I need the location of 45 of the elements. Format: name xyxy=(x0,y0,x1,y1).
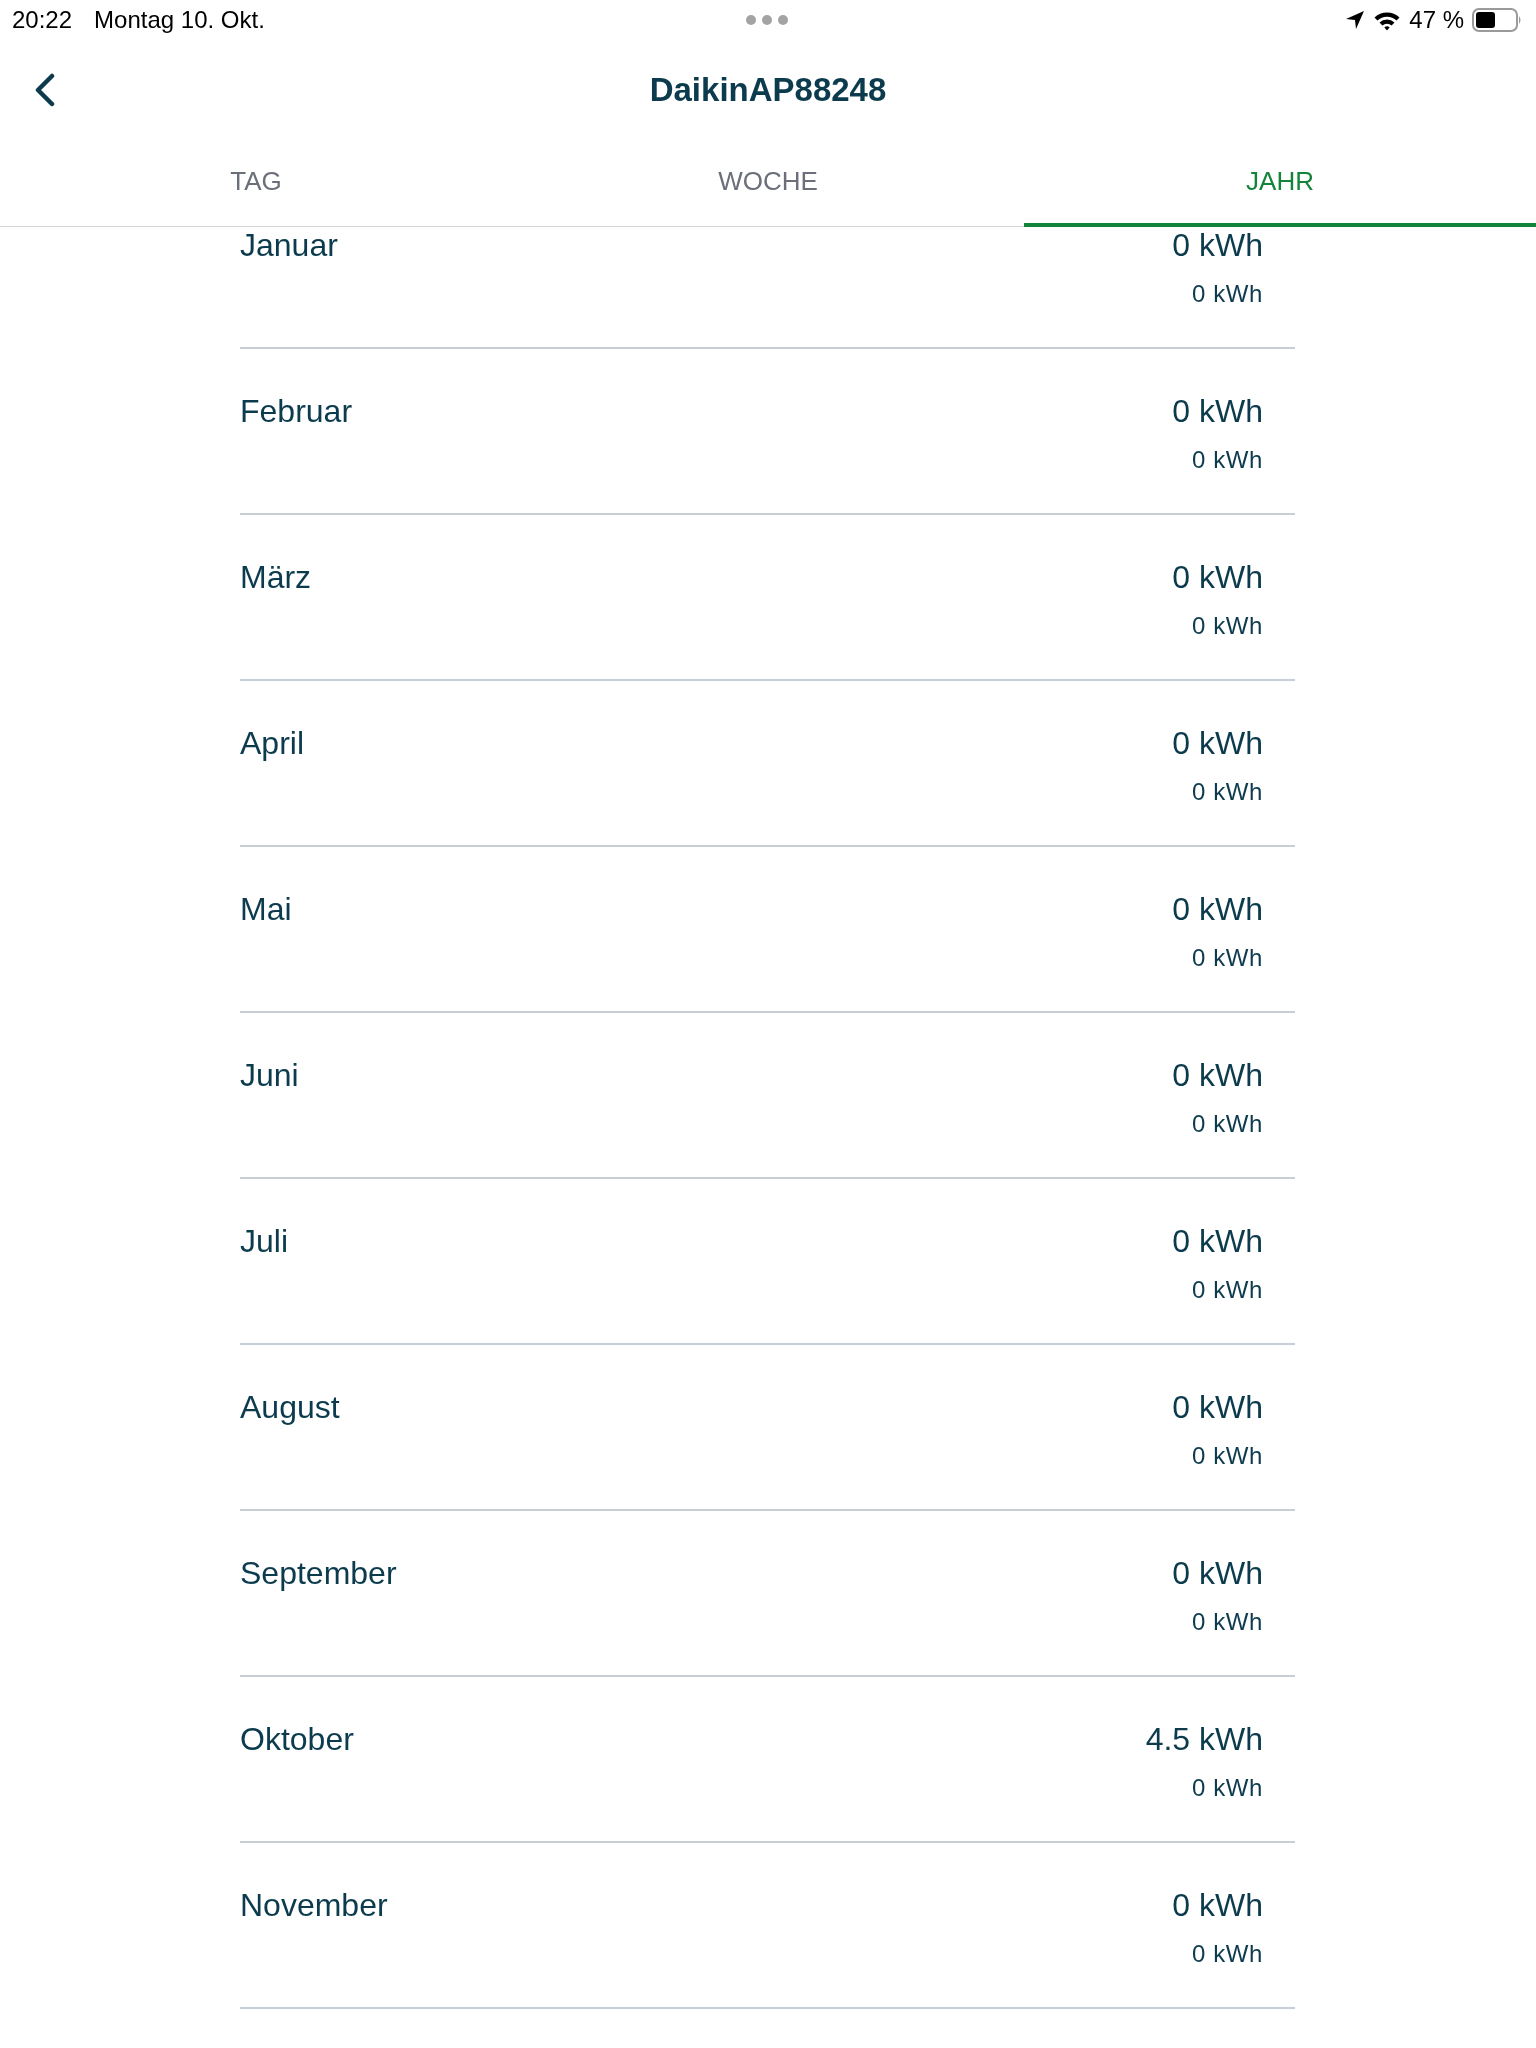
energy-value: 0 kWh xyxy=(1172,1223,1263,1259)
secondary-energy-value: 0 kWh xyxy=(1192,1110,1263,1138)
secondary-energy-value: 0 kWh xyxy=(1192,944,1263,972)
month-label: April xyxy=(240,725,304,761)
energy-value: 0 kWh xyxy=(1172,725,1263,761)
energy-value: 0 kWh xyxy=(1172,1057,1263,1093)
month-label: November xyxy=(240,1887,388,1923)
month-label: August xyxy=(240,1389,340,1425)
chevron-left-icon xyxy=(34,73,56,107)
energy-value: 4.5 kWh xyxy=(1145,1721,1263,1757)
secondary-energy-value: 0 kWh xyxy=(1192,1442,1263,1470)
month-label: Oktober xyxy=(240,1721,354,1757)
energy-value: 0 kWh xyxy=(1172,1555,1263,1591)
energy-value: 0 kWh xyxy=(1172,1887,1263,1923)
secondary-energy-value: 0 kWh xyxy=(1192,1608,1263,1636)
secondary-energy-value: 0 kWh xyxy=(1192,612,1263,640)
energy-value: 0 kWh xyxy=(1172,393,1263,429)
month-label: März xyxy=(240,559,312,595)
energy-value: 0 kWh xyxy=(1172,227,1263,263)
wifi-icon xyxy=(1373,9,1402,31)
tab[interactable]: JAHR xyxy=(1024,140,1536,227)
energy-value: 0 kWh xyxy=(1172,1389,1263,1425)
month-label: Mai xyxy=(240,891,292,927)
month-label: Juni xyxy=(240,1057,299,1093)
tab[interactable]: TAG xyxy=(0,140,512,227)
status-time: 20:22 xyxy=(12,6,73,34)
month-label: Februar xyxy=(240,393,353,429)
location-arrow-icon xyxy=(1345,10,1366,30)
month-label: Juli xyxy=(240,1223,288,1259)
status-date: Montag 10. Okt. xyxy=(94,6,265,34)
secondary-energy-value: 0 kWh xyxy=(1192,446,1263,474)
more-dots-icon[interactable] xyxy=(746,15,788,25)
month-label: September xyxy=(240,1555,397,1591)
secondary-energy-value: 0 kWh xyxy=(1192,1774,1263,1802)
secondary-energy-value: 0 kWh xyxy=(1192,1276,1263,1304)
secondary-energy-value: 0 kWh xyxy=(1192,778,1263,806)
month-label: Januar xyxy=(240,227,338,263)
battery-icon xyxy=(1472,8,1522,32)
energy-value: 0 kWh xyxy=(1172,559,1263,595)
secondary-energy-value: 0 kWh xyxy=(1192,280,1263,308)
tab[interactable]: WOCHE xyxy=(512,140,1024,227)
battery-percent: 47 % xyxy=(1409,6,1464,34)
secondary-energy-value: 0 kWh xyxy=(1192,1940,1263,1968)
page-title: DaikinAP88248 xyxy=(649,70,887,110)
energy-value: 0 kWh xyxy=(1172,891,1263,927)
